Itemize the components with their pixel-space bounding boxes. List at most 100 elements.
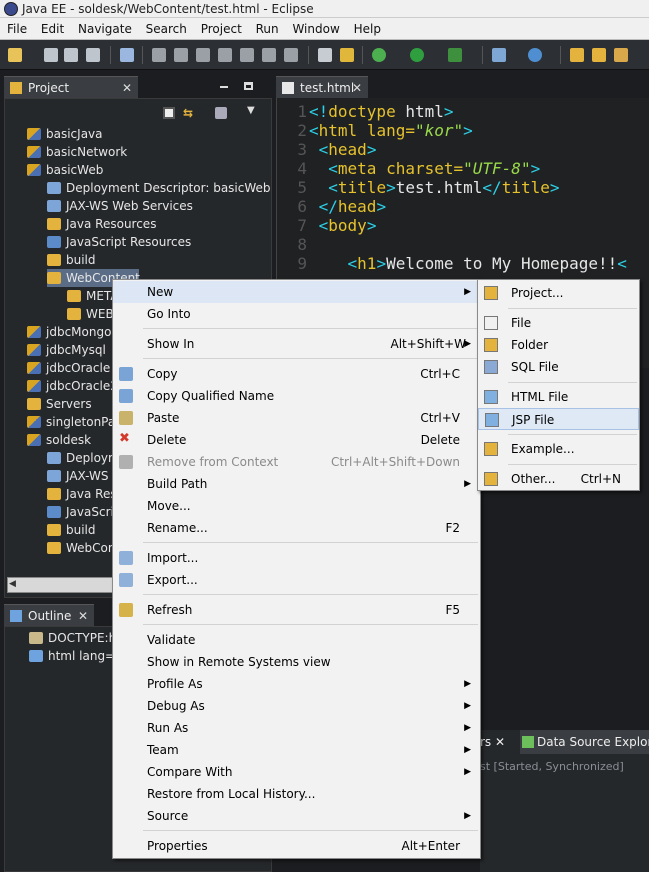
menu-item-show-in[interactable]: Show In Alt+Shift+W ▶	[113, 333, 480, 355]
menu-item-remove-from-context[interactable]: Remove from Context Ctrl+Alt+Shift+Down	[113, 451, 480, 473]
menu-item-restore-from-local-history[interactable]: Restore from Local History...	[113, 783, 480, 805]
close-icon[interactable]: ✕	[495, 735, 505, 749]
suspend-icon[interactable]	[174, 48, 188, 62]
menu-item-new[interactable]: New ▶	[113, 281, 480, 303]
edit-brush-icon[interactable]	[614, 48, 628, 62]
menu-item-debug-as[interactable]: Debug As ▶	[113, 695, 480, 717]
filter-icon[interactable]	[215, 107, 227, 119]
tree-item[interactable]: JAX-WS Web Services	[47, 197, 193, 215]
menu-item-build-path[interactable]: Build Path ▶	[113, 473, 480, 495]
menu-item-refresh[interactable]: Refresh F5	[113, 599, 480, 621]
link-editor-icon[interactable]: ⇆	[183, 107, 197, 119]
new-file[interactable]: File	[478, 312, 639, 334]
resume-icon[interactable]	[152, 48, 166, 62]
menu-item-show-in-remote-systems-view[interactable]: Show in Remote Systems view	[113, 651, 480, 673]
tree-item[interactable]: singletonPa	[27, 413, 115, 431]
menu-item-go-into[interactable]: Go Into	[113, 303, 480, 325]
close-icon[interactable]: ✕	[78, 605, 88, 627]
menu-item-run-as[interactable]: Run As ▶	[113, 717, 480, 739]
tree-item[interactable]: Deploym	[47, 449, 120, 467]
new-project[interactable]: Project...	[478, 282, 639, 304]
menu-run[interactable]: Run	[251, 18, 284, 40]
servers-tab[interactable]: rs ✕	[480, 730, 520, 754]
tree-item[interactable]: Java Resources	[47, 215, 156, 233]
menu-item-import[interactable]: Import...	[113, 547, 480, 569]
menu-window[interactable]: Window	[287, 18, 344, 40]
tab-test-html[interactable]: test.html ✕	[276, 76, 368, 98]
outline-item[interactable]: html lang=k	[29, 647, 122, 665]
menu-item-profile-as[interactable]: Profile As ▶	[113, 673, 480, 695]
new-wizard-icon[interactable]	[8, 48, 22, 62]
menu-item-copy[interactable]: Copy Ctrl+C	[113, 363, 480, 385]
tree-item[interactable]: JAX-WS	[47, 467, 109, 485]
tree-item[interactable]: JavaScrip	[47, 503, 121, 521]
run-external-tools-icon[interactable]	[448, 48, 462, 62]
menu-item-move[interactable]: Move...	[113, 495, 480, 517]
menu-item-validate[interactable]: Validate	[113, 629, 480, 651]
step-return-icon[interactable]	[284, 48, 298, 62]
tree-item[interactable]: build	[47, 521, 96, 539]
tree-item[interactable]: Deployment Descriptor: basicWeb	[47, 179, 271, 197]
skip-breakpoints-icon[interactable]	[120, 48, 134, 62]
tree-item[interactable]: jdbcOracle	[27, 359, 110, 377]
data-source-explorer-tab[interactable]: Data Source Explore	[520, 730, 649, 754]
collapse-all-icon[interactable]	[163, 107, 175, 119]
tree-item[interactable]: basicJava	[27, 125, 103, 143]
horizontal-scrollbar[interactable]	[7, 577, 117, 593]
tree-item[interactable]: jdbcMysql	[27, 341, 106, 359]
menu-help[interactable]: Help	[349, 18, 386, 40]
step-over-icon[interactable]	[262, 48, 276, 62]
menu-project[interactable]: Project	[196, 18, 247, 40]
view-menu-chevron-down-icon[interactable]: ▼	[247, 105, 255, 116]
tree-item[interactable]: JavaScript Resources	[47, 233, 191, 251]
save-all-icon[interactable]	[64, 48, 78, 62]
terminate-icon[interactable]	[196, 48, 210, 62]
disconnect-icon[interactable]	[218, 48, 232, 62]
outline-item[interactable]: DOCTYPE:h	[29, 629, 116, 647]
save-icon[interactable]	[44, 48, 58, 62]
step-into-icon[interactable]	[240, 48, 254, 62]
tree-item[interactable]: Java Res	[47, 485, 117, 503]
maximize-view-button[interactable]	[244, 82, 253, 90]
new-other[interactable]: Other... Ctrl+N	[478, 468, 639, 490]
scroll-left-icon[interactable]: ◀	[9, 579, 16, 589]
menu-item-source[interactable]: Source ▶	[113, 805, 480, 827]
web-browser-icon[interactable]	[528, 48, 542, 62]
menu-item-compare-with[interactable]: Compare With ▶	[113, 761, 480, 783]
tab-outline[interactable]: Outline ✕	[4, 604, 94, 626]
open-folder-icon[interactable]	[570, 48, 584, 62]
tree-item[interactable]: soldesk	[27, 431, 91, 449]
print-icon[interactable]	[86, 48, 100, 62]
minimize-view-button[interactable]	[220, 86, 228, 88]
tree-item[interactable]: basicWeb	[27, 161, 103, 179]
menu-item-team[interactable]: Team ▶	[113, 739, 480, 761]
new-sql-file[interactable]: SQL File	[478, 356, 639, 378]
menu-item-paste[interactable]: Paste Ctrl+V	[113, 407, 480, 429]
tree-item[interactable]: jdbcMongo	[27, 323, 111, 341]
tree-item[interactable]: WEB	[67, 305, 114, 323]
close-icon[interactable]: ✕	[122, 77, 132, 99]
use-step-filters-icon[interactable]	[318, 48, 332, 62]
tree-item[interactable]: Servers	[27, 395, 92, 413]
new-folder[interactable]: Folder	[478, 334, 639, 356]
run-icon[interactable]	[410, 48, 424, 62]
tree-item[interactable]: META	[67, 287, 119, 305]
new-jsp-file[interactable]: JSP File	[478, 408, 639, 430]
menu-search[interactable]: Search	[141, 18, 192, 40]
menu-edit[interactable]: Edit	[36, 18, 69, 40]
open-type-icon[interactable]	[340, 48, 354, 62]
tree-item[interactable]: WebCon	[47, 539, 116, 557]
debug-icon[interactable]	[372, 48, 386, 62]
menu-item-rename[interactable]: Rename... F2	[113, 517, 480, 539]
tree-item[interactable]: jdbcOracle2	[27, 377, 118, 395]
new-example[interactable]: Example...	[478, 438, 639, 460]
menu-item-properties[interactable]: Properties Alt+Enter	[113, 835, 480, 857]
menu-item-export[interactable]: Export...	[113, 569, 480, 591]
menu-navigate[interactable]: Navigate	[73, 18, 137, 40]
tree-item[interactable]: basicNetwork	[27, 143, 127, 161]
open-project-icon[interactable]	[592, 48, 606, 62]
new-server-icon[interactable]	[492, 48, 506, 62]
menu-item-delete[interactable]: ✖ Delete Delete	[113, 429, 480, 451]
tab-project-explorer[interactable]: Project Explorer ✕	[4, 76, 138, 117]
menu-item-copy-qualified-name[interactable]: Copy Qualified Name	[113, 385, 480, 407]
